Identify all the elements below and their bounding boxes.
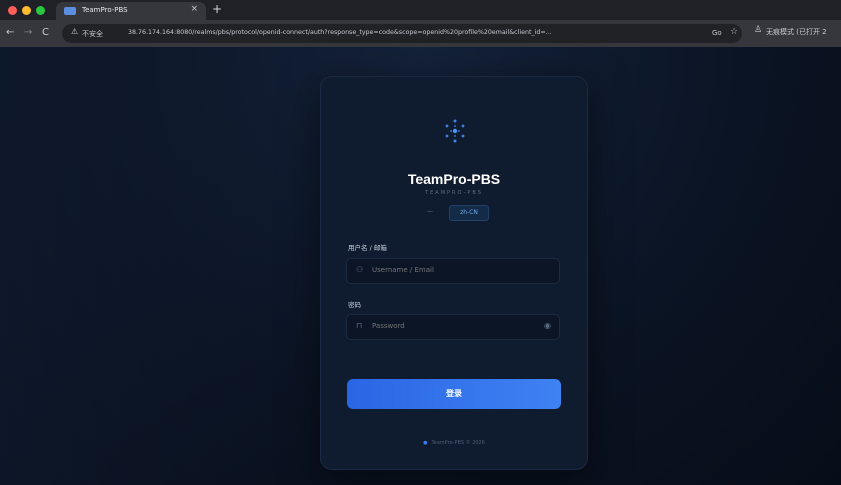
browser-tab-bar: TeamPro-PBS × + <box>0 0 841 20</box>
language-selector[interactable]: zh-CN <box>449 205 489 221</box>
footer-dot-icon: ● <box>423 440 428 446</box>
security-status-label[interactable]: 不安全 <box>82 29 103 39</box>
password-label: 密码 <box>348 301 361 309</box>
browser-toolbar: ← → C ⚠ 不安全 38.76.174.164:8080/realms/pb… <box>0 20 841 47</box>
password-field[interactable]: ⊓ ◉ <box>346 314 560 340</box>
browser-tab[interactable]: TeamPro-PBS × <box>56 2 206 20</box>
brand-subtitle: TEAMPRO-PBS <box>425 190 483 196</box>
language-separator: — <box>427 208 433 215</box>
star-icon[interactable]: ☆ <box>730 27 738 37</box>
incognito-label[interactable]: 无痕模式 (已打开 2 <box>766 27 827 37</box>
login-card: TeamPro-PBS TEAMPRO-PBS — zh-CN 用户名 / 邮箱… <box>320 76 588 470</box>
background-glow <box>0 47 310 485</box>
tab-close-icon[interactable]: × <box>190 4 198 14</box>
address-bar[interactable]: ⚠ 不安全 38.76.174.164:8080/realms/pbs/prot… <box>62 24 742 43</box>
user-icon: ⚇ <box>356 265 364 274</box>
reload-icon[interactable]: C <box>42 26 49 40</box>
brand-title: TeamPro-PBS <box>407 171 501 187</box>
minimize-window-button[interactable] <box>22 6 31 15</box>
tab-favicon-icon <box>64 7 76 15</box>
tab-title: TeamPro-PBS <box>82 6 128 14</box>
warning-triangle-icon: ⚠ <box>71 27 79 36</box>
username-input[interactable] <box>372 266 532 274</box>
app-logo-icon <box>445 119 465 143</box>
incognito-icon[interactable]: ♙ <box>754 25 762 35</box>
password-input[interactable] <box>372 322 532 330</box>
close-window-button[interactable] <box>8 6 17 15</box>
footer: ● TeamPro-PBS © 2026 <box>321 440 587 446</box>
new-tab-button[interactable]: + <box>212 2 222 16</box>
eye-icon[interactable]: ◉ <box>544 321 551 330</box>
maximize-window-button[interactable] <box>36 6 45 15</box>
url-text[interactable]: 38.76.174.164:8080/realms/pbs/protocol/o… <box>128 29 708 36</box>
back-arrow-icon[interactable]: ← <box>6 26 14 40</box>
login-button[interactable]: 登录 <box>347 379 561 409</box>
forward-arrow-icon[interactable]: → <box>24 26 32 40</box>
username-label: 用户名 / 邮箱 <box>348 244 387 252</box>
lock-icon: ⊓ <box>356 321 363 330</box>
username-field[interactable]: ⚇ <box>346 258 560 284</box>
footer-text: TeamPro-PBS © 2026 <box>431 440 485 446</box>
url-extra-label[interactable]: Go <box>712 29 722 37</box>
